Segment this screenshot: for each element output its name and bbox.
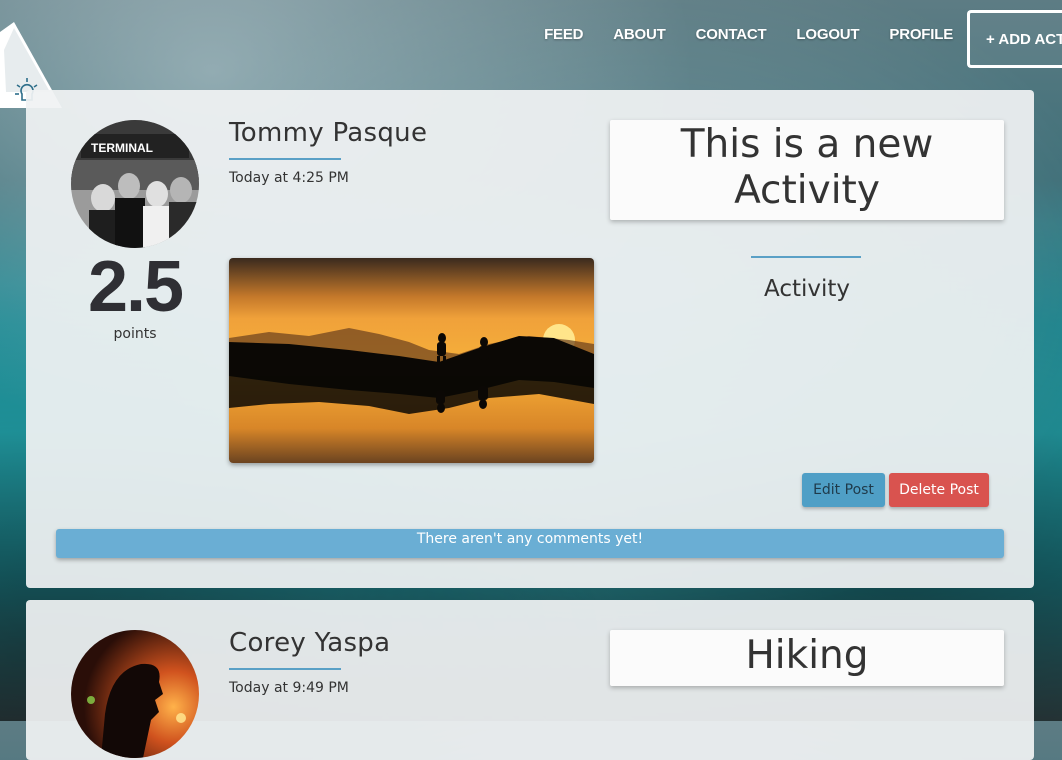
author-name[interactable]: Tommy Pasque <box>229 118 427 148</box>
post-timestamp: Today at 9:49 PM <box>229 680 349 696</box>
add-activity-button[interactable]: + ADD ACT <box>967 10 1062 68</box>
avatar-photo <box>71 630 199 758</box>
comments-empty-bar: There aren't any comments yet! <box>56 529 1004 558</box>
activity-title: This is a new Activity <box>610 120 1004 220</box>
nav-profile[interactable]: PROFILE <box>889 25 953 45</box>
post-photo[interactable] <box>229 258 594 463</box>
type-divider <box>751 256 861 258</box>
author-name[interactable]: Corey Yaspa <box>229 628 390 658</box>
points-label: points <box>113 326 157 342</box>
edit-post-button[interactable]: Edit Post <box>802 473 885 507</box>
delete-post-button[interactable]: Delete Post <box>889 473 989 507</box>
points-value: 2.5 <box>87 247 184 327</box>
name-divider <box>229 158 341 160</box>
sunset-hikers-image <box>229 258 594 463</box>
avatar-sign-text: TERMINAL <box>91 141 153 155</box>
avatar[interactable] <box>71 630 199 758</box>
top-nav: FEED ABOUT CONTACT LOGOUT PROFILE + ADD … <box>544 10 1062 68</box>
name-divider <box>229 668 341 670</box>
post-card: Corey Yaspa Today at 9:49 PM Hiking <box>26 600 1034 760</box>
nav-feed[interactable]: FEED <box>544 25 583 45</box>
avatar[interactable]: TERMINAL <box>71 120 199 248</box>
nav-about[interactable]: ABOUT <box>613 25 666 45</box>
activity-title: Hiking <box>610 630 1004 686</box>
nav-logout[interactable]: LOGOUT <box>796 25 859 45</box>
post-card: TERMINAL 2.5 points Tommy Pasque Today a… <box>26 90 1034 588</box>
avatar-photo: TERMINAL <box>71 120 199 248</box>
post-timestamp: Today at 4:25 PM <box>229 170 349 186</box>
activity-type: Activity <box>763 276 850 302</box>
nav-contact[interactable]: CONTACT <box>696 25 767 45</box>
